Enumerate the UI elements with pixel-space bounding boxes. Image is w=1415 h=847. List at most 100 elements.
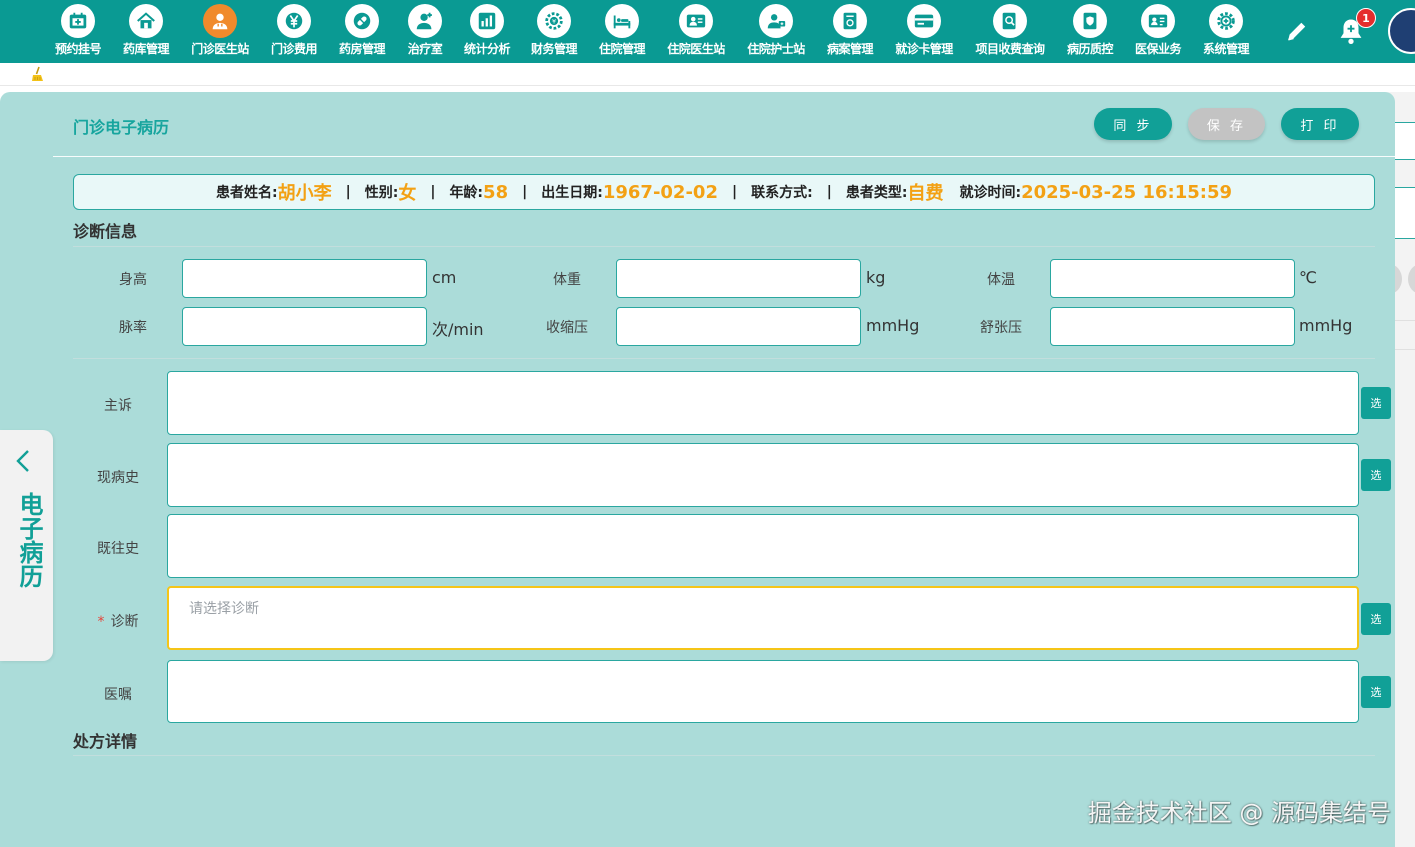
nav-label: 系统管理 [1202, 42, 1250, 56]
background-button [1408, 264, 1415, 294]
diagnosis-textarea[interactable]: 请选择诊断 [167, 586, 1359, 650]
diagnosis-select-button[interactable]: 选 [1361, 603, 1391, 635]
hospital-bed-icon [605, 4, 639, 38]
chief-complaint-label: 主诉 [104, 398, 132, 414]
diagnosis-section-title: 诊断信息 [73, 222, 138, 241]
section-divider [73, 755, 1375, 756]
nurse-icon [408, 4, 442, 38]
sync-button[interactable]: 同 步 [1094, 108, 1172, 140]
nav-item-insurance[interactable]: 医保业务 [1124, 0, 1192, 63]
user-avatar[interactable] [1388, 8, 1415, 54]
diagnosis-label-text: 诊断 [110, 614, 139, 630]
separator: | [522, 184, 528, 200]
nav-label: 治疗室 [407, 42, 443, 56]
nav-item-record-quality[interactable]: 病历质控 [1056, 0, 1124, 63]
doctor-card-icon [679, 4, 713, 38]
nav-item-inpatient-doctor[interactable]: 住院医生站 [656, 0, 736, 63]
separator: | [345, 184, 351, 200]
pulse-unit: 次/min [432, 320, 484, 339]
nav-item-outpatient-fees[interactable]: 门诊费用 [260, 0, 328, 63]
nav-label: 门诊费用 [270, 42, 318, 56]
nav-item-fee-query[interactable]: 项目收费查询 [964, 0, 1056, 63]
vitals-divider [73, 358, 1375, 359]
present-illness-textarea[interactable] [167, 443, 1359, 507]
weight-input[interactable] [616, 259, 861, 298]
calendar-icon [61, 4, 95, 38]
pulse-label: 脉率 [119, 320, 147, 336]
past-history-label: 既往史 [97, 541, 139, 557]
systolic-input[interactable] [616, 307, 861, 346]
module-nav: 预约挂号 药库管理 门诊医生站 门诊费用 药房管理 治疗室 统计分析 ¥ 财务管… [44, 0, 1260, 63]
patient-dob: 1967-02-02 [602, 181, 718, 203]
patient-contact-label: 联系方式: [751, 185, 813, 201]
nav-label: 统计分析 [463, 42, 511, 56]
nav-label: 项目收费查询 [975, 42, 1045, 56]
nav-item-appointment[interactable]: 预约挂号 [44, 0, 112, 63]
doctor-icon [203, 4, 237, 38]
patient-sex: 女 [398, 183, 417, 204]
patient-type-label: 患者类型: [845, 185, 908, 201]
weight-label: 体重 [553, 272, 581, 288]
clear-broom-icon[interactable] [30, 66, 46, 82]
height-unit: cm [432, 268, 457, 287]
required-mark: * [97, 614, 105, 630]
nav-item-finance[interactable]: ¥ 财务管理 [520, 0, 588, 63]
nav-item-medical-records[interactable]: 病案管理 [816, 0, 884, 63]
save-button[interactable]: 保 存 [1188, 108, 1265, 140]
nav-item-inpatient[interactable]: 住院管理 [588, 0, 656, 63]
nav-item-dispensary[interactable]: 药房管理 [328, 0, 396, 63]
svg-text:¥: ¥ [552, 17, 556, 25]
notification-count-badge: 1 [1356, 8, 1376, 28]
nav-label: 就诊卡管理 [895, 42, 953, 56]
separator: | [731, 184, 738, 200]
temperature-unit: ℃ [1299, 268, 1317, 287]
patient-sex-label: 性别: [364, 185, 399, 201]
doctor-orders-textarea[interactable] [167, 660, 1359, 723]
systolic-unit: mmHg [866, 316, 920, 335]
section-divider [73, 246, 1375, 247]
settings-icon [1209, 4, 1243, 38]
nav-item-inpatient-nurse[interactable]: 住院护士站 [736, 0, 816, 63]
temperature-label: 体温 [987, 272, 1015, 288]
past-history-textarea[interactable] [167, 514, 1359, 578]
height-label: 身高 [119, 272, 147, 288]
diastolic-input[interactable] [1050, 307, 1295, 346]
print-button[interactable]: 打 印 [1281, 108, 1359, 140]
tab-strip [0, 63, 1415, 86]
nav-label: 医保业务 [1134, 42, 1182, 56]
nav-item-drug-warehouse[interactable]: 药库管理 [112, 0, 180, 63]
nav-item-outpatient-doctor[interactable]: 门诊医生站 [180, 0, 260, 63]
page-title: 门诊电子病历 [73, 118, 170, 137]
emr-side-tab[interactable]: 电子病历 [0, 430, 53, 661]
nav-item-visit-card[interactable]: 就诊卡管理 [884, 0, 964, 63]
gear-money-icon: ¥ [537, 4, 571, 38]
chief-complaint-textarea[interactable] [167, 371, 1359, 435]
nav-label: 住院医生站 [667, 42, 725, 56]
chief-complaint-select-button[interactable]: 选 [1361, 387, 1391, 419]
insurance-card-icon [1141, 4, 1175, 38]
patient-info-bar: 患者姓名: 胡小李 | 性别: 女 | 年龄: 58 | 出生日期: 1967-… [73, 174, 1375, 210]
nav-item-statistics[interactable]: 统计分析 [454, 0, 520, 63]
nav-item-system-admin[interactable]: 系统管理 [1192, 0, 1260, 63]
yen-icon [277, 4, 311, 38]
present-illness-label: 现病史 [97, 470, 139, 486]
nav-label: 财务管理 [530, 42, 578, 56]
shield-document-icon [1073, 4, 1107, 38]
present-illness-select-button[interactable]: 选 [1361, 459, 1391, 491]
prescription-section-title: 处方详情 [73, 732, 138, 751]
nav-label: 住院护士站 [747, 42, 805, 56]
height-input[interactable] [182, 259, 427, 298]
edit-pencil-icon[interactable] [1284, 18, 1310, 44]
search-document-icon [993, 4, 1027, 38]
temperature-input[interactable] [1050, 259, 1295, 298]
separator: | [826, 184, 832, 200]
nav-label: 病历质控 [1066, 42, 1114, 56]
chevron-left-icon[interactable] [12, 448, 34, 474]
systolic-label: 收缩压 [546, 320, 588, 336]
pulse-input[interactable] [182, 307, 427, 346]
background-row [1392, 320, 1415, 350]
nav-item-treatment-room[interactable]: 治疗室 [396, 0, 454, 63]
visit-time-label: 就诊时间: [959, 185, 1022, 201]
nav-label: 药库管理 [122, 42, 170, 56]
doctor-orders-select-button[interactable]: 选 [1361, 676, 1391, 708]
